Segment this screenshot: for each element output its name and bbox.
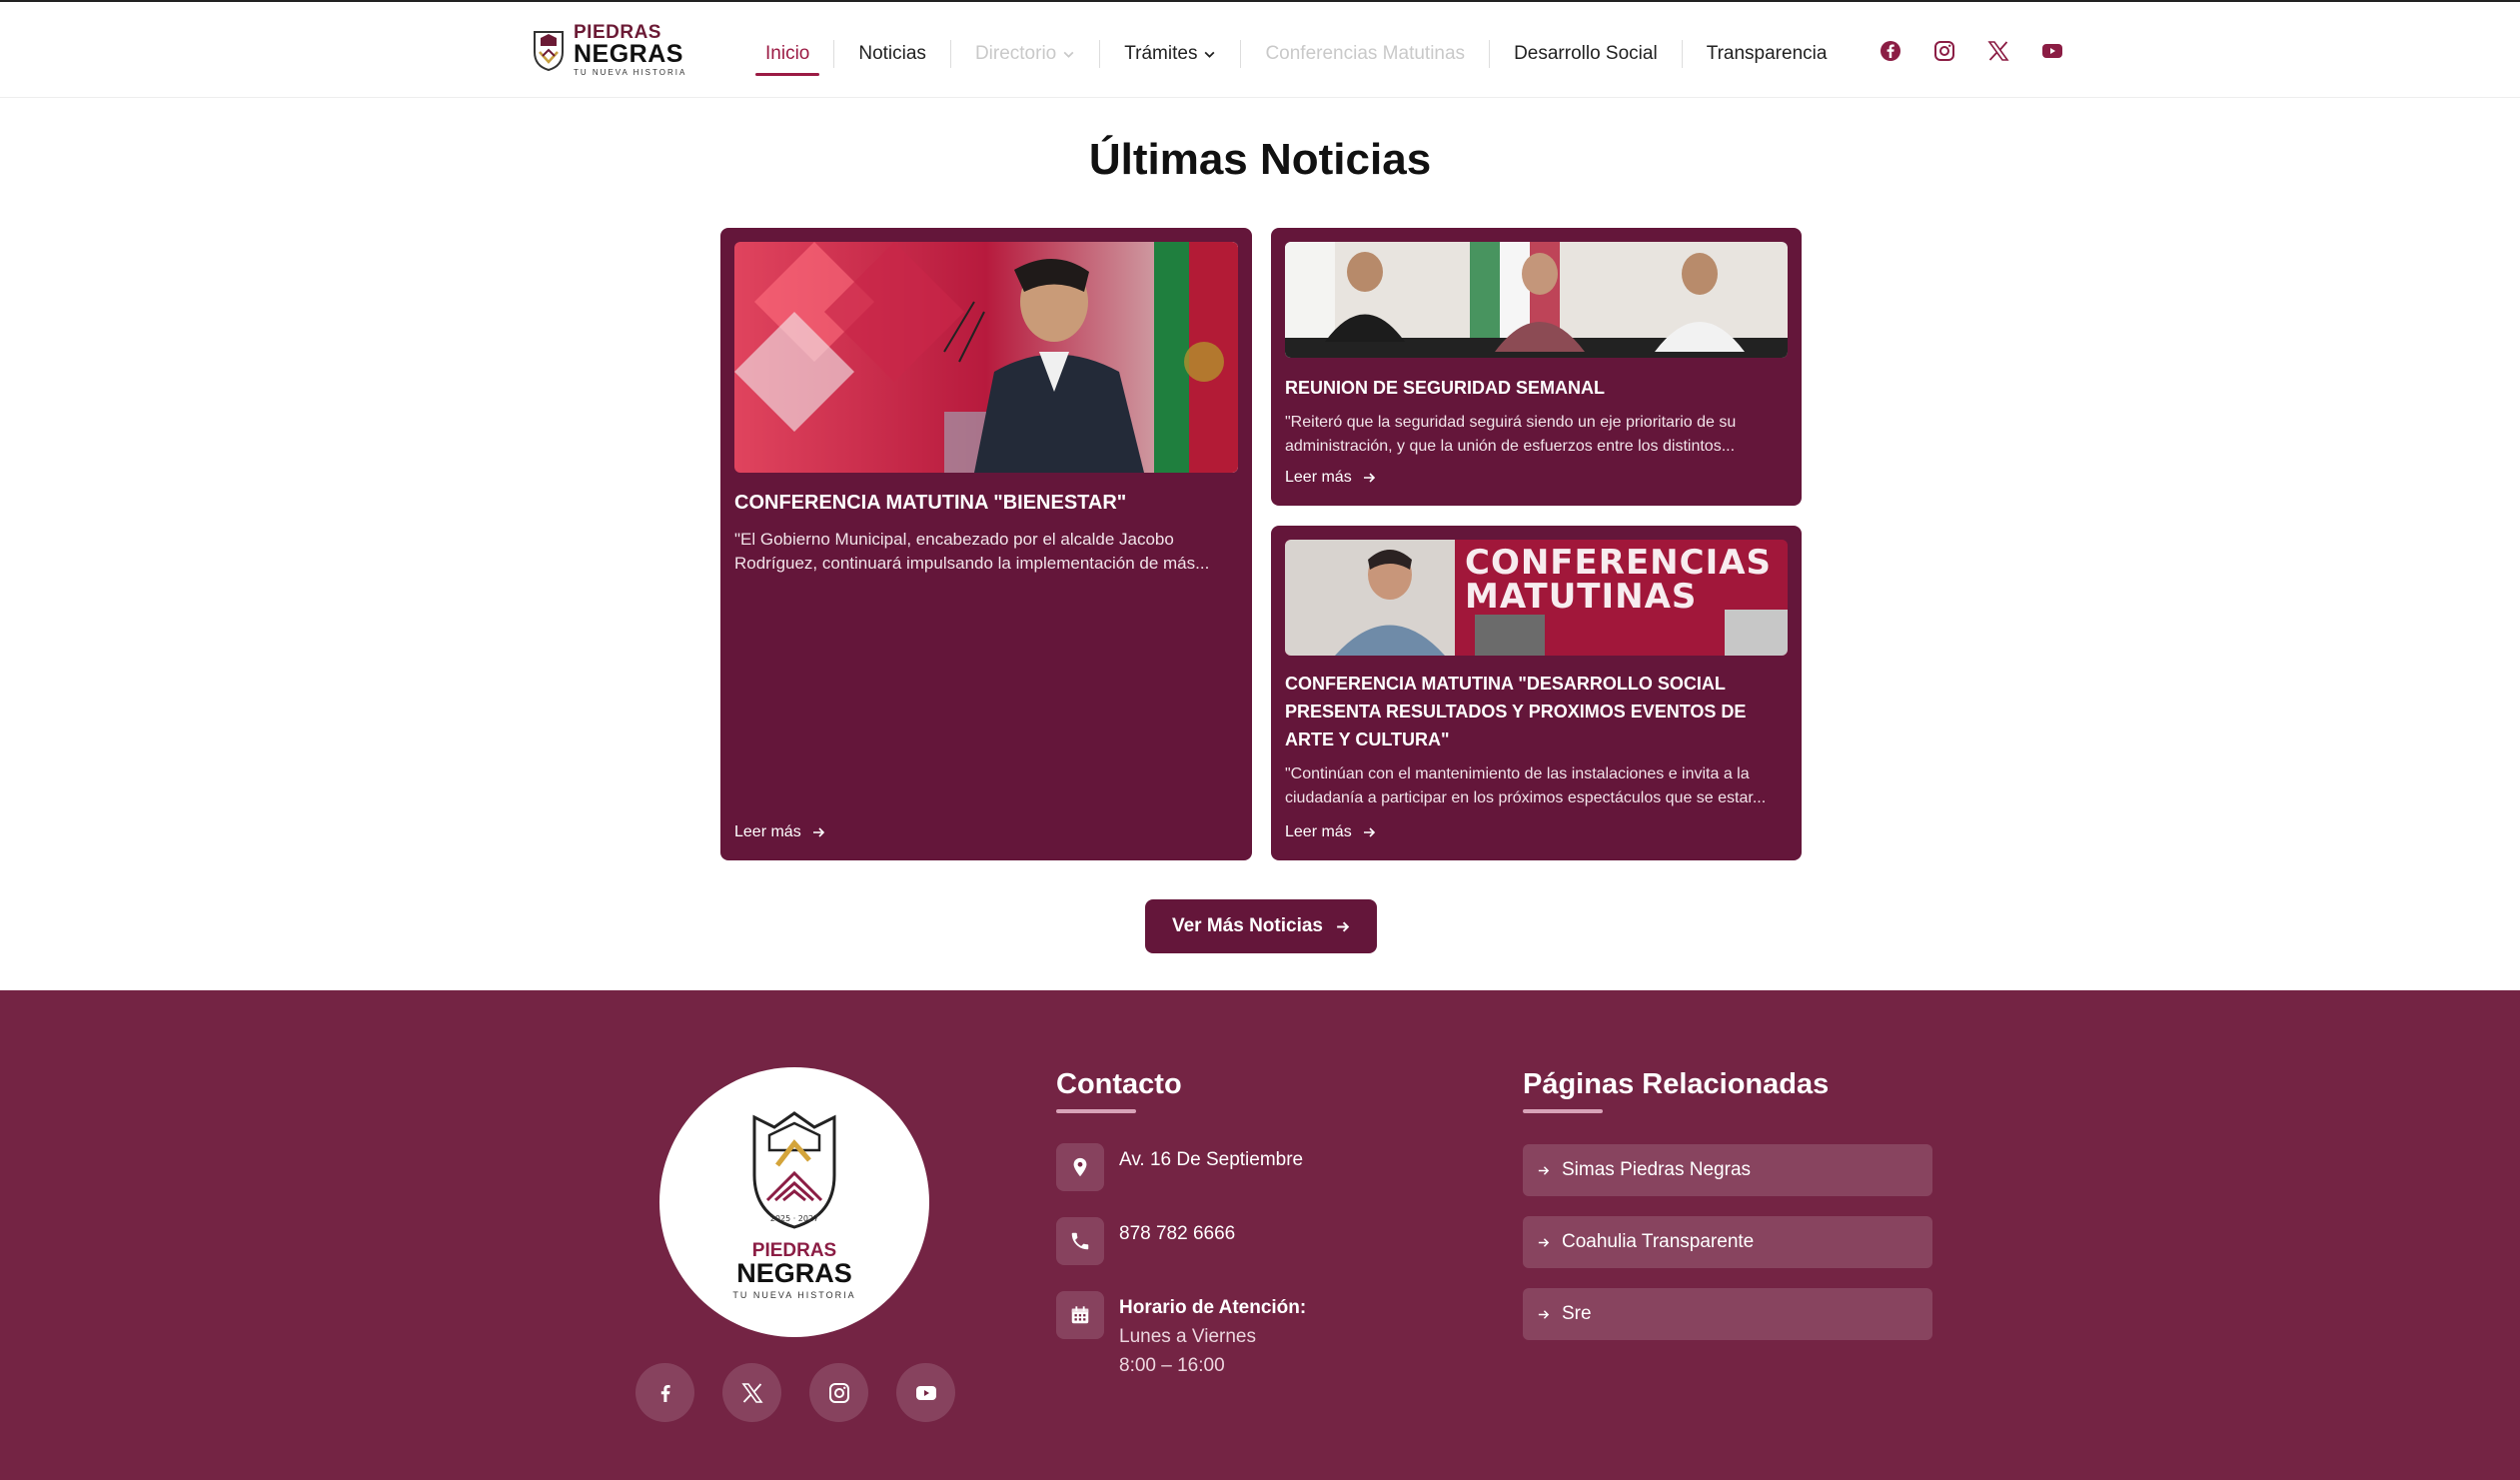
arrow-right-icon [1337,921,1350,931]
news-image-seguridad [1285,242,1788,358]
read-more-link[interactable]: Leer más [734,823,825,841]
address-text: Av. 16 De Septiembre [1119,1149,1304,1170]
read-more-link[interactable]: Leer más [1285,823,1376,841]
arrow-right-icon [1538,1309,1550,1319]
youtube-icon[interactable] [2040,39,2064,63]
nav-divider [949,40,951,68]
related-link-label: Sre [1562,1303,1592,1324]
chevron-down-icon [1063,51,1074,58]
nav-item-label: Trámites [1124,43,1198,64]
arrow-right-icon [1363,473,1375,483]
site-footer: 2025 · 2027 PIEDRAS NEGRAS TU NUEVA HIST… [0,990,2520,1480]
hours-label: Horario de Atención: [1119,1297,1307,1318]
nav-divider [1099,40,1101,68]
contact-phone[interactable]: 878 782 6666 [1056,1217,1235,1265]
logo-years-text: 2025 · 2027 [770,1214,818,1223]
news-card-title[interactable]: CONFERENCIA MATUTINA "DESARROLLO SOCIAL … [1285,670,1788,753]
news-card-excerpt: "Reiteró que la seguridad seguirá siendo… [1285,414,1737,455]
related-link-label: Simas Piedras Negras [1562,1159,1752,1180]
logo-tagline: TU NUEVA HISTORIA [574,68,687,77]
nav-item-transparencia[interactable]: Transparencia [1697,30,1838,78]
location-pin-icon [1056,1143,1104,1191]
nav-item-label: Directorio [974,43,1057,64]
site-header: PIEDRAS NEGRAS TU NUEVA HISTORIA Inicio … [0,0,2520,98]
x-icon[interactable] [1986,39,2010,63]
main-nav: Inicio Noticias Directorio Trámites Conf… [755,30,1837,78]
related-pages-heading: Páginas Relacionadas [1523,1068,1830,1100]
read-more-label: Leer más [734,823,801,840]
footer-logo-top-text: PIEDRAS [751,1239,837,1261]
footer-social-links [635,1363,955,1422]
hours-block: Horario de Atención: Lunes a Viernes 8:0… [1119,1291,1306,1380]
nav-divider [833,40,835,68]
arrow-right-icon [1538,1237,1550,1247]
arrow-right-icon [812,827,824,837]
news-card-excerpt: "El Gobierno Municipal, encabezado por e… [734,530,1210,573]
news-card-title[interactable]: REUNION DE SEGURIDAD SEMANAL [1285,374,1788,402]
contact-heading: Contacto [1056,1068,1182,1100]
related-link-label: Coahulia Transparente [1562,1231,1755,1252]
view-more-news-button[interactable]: Ver Más Noticias [1145,899,1377,953]
heading-underline [1523,1109,1603,1113]
site-logo[interactable]: PIEDRAS NEGRAS TU NUEVA HISTORIA [532,23,727,77]
nav-item-tramites[interactable]: Trámites [1114,30,1226,78]
logo-main-text: NEGRAS [574,40,683,68]
hours-days: Lunes a Viernes [1119,1326,1256,1347]
news-card-featured[interactable]: CONFERENCIA MATUTINA "BIENESTAR" "El Gob… [720,228,1252,860]
facebook-icon[interactable] [1879,39,1902,63]
contact-address: Av. 16 De Septiembre [1056,1143,1303,1191]
related-link-sre[interactable]: Sre [1523,1288,1932,1340]
news-image-bienestar [734,242,1238,473]
nav-divider [1681,40,1683,68]
related-link-coahuila-transparente[interactable]: Coahulia Transparente [1523,1216,1932,1268]
nav-item-inicio[interactable]: Inicio [755,30,820,78]
news-card-excerpt: "Continúan con el mantenimiento de las i… [1285,765,1767,806]
contact-hours: Horario de Atención: Lunes a Viernes 8:0… [1056,1291,1306,1380]
image-caption-text: CONFERENCIAS MATUTINAS [1465,543,1773,617]
header-social-links [1879,34,2064,68]
news-image-conferencias: CONFERENCIAS MATUTINAS [1285,540,1788,656]
news-card-title[interactable]: CONFERENCIA MATUTINA "BIENESTAR" [734,489,1238,517]
shield-logo-icon [534,31,564,72]
coat-of-arms-icon: 2025 · 2027 [752,1110,836,1229]
hours-time: 8:00 – 16:00 [1119,1355,1225,1376]
phone-text[interactable]: 878 782 6666 [1119,1217,1235,1265]
read-more-label: Leer más [1285,469,1352,486]
x-icon[interactable] [722,1363,781,1422]
chevron-down-icon [1205,51,1215,58]
instagram-icon[interactable] [1932,39,1956,63]
news-card[interactable]: REUNION DE SEGURIDAD SEMANAL "Reiteró qu… [1271,228,1802,506]
read-more-link[interactable]: Leer más [1285,469,1376,487]
instagram-icon[interactable] [809,1363,868,1422]
footer-logo[interactable]: 2025 · 2027 PIEDRAS NEGRAS TU NUEVA HIST… [659,1067,929,1337]
footer-logo-main-text: NEGRAS [736,1257,852,1288]
footer-logo-tagline: TU NUEVA HISTORIA [732,1289,856,1300]
facebook-icon[interactable] [635,1363,694,1422]
page-title: Últimas Noticias [1088,135,1432,184]
news-card[interactable]: CONFERENCIAS MATUTINAS CONFERENCIA MATUT… [1271,526,1802,860]
related-link-simas[interactable]: Simas Piedras Negras [1523,1144,1932,1196]
nav-item-conferencias-matutinas[interactable]: Conferencias Matutinas [1255,30,1475,78]
nav-item-noticias[interactable]: Noticias [848,30,936,78]
read-more-label: Leer más [1285,823,1352,840]
logo-wordmark: PIEDRAS NEGRAS TU NUEVA HISTORIA [574,23,686,77]
nav-divider [1489,40,1491,68]
nav-divider [1240,40,1242,68]
nav-item-desarrollo-social[interactable]: Desarrollo Social [1504,30,1668,78]
youtube-icon[interactable] [896,1363,955,1422]
arrow-right-icon [1538,1165,1550,1175]
nav-item-directorio[interactable]: Directorio [965,30,1085,78]
view-more-news-label: Ver Más Noticias [1171,915,1324,936]
arrow-right-icon [1363,827,1375,837]
heading-underline [1056,1109,1136,1113]
phone-icon [1056,1217,1104,1265]
calendar-icon [1056,1291,1104,1339]
